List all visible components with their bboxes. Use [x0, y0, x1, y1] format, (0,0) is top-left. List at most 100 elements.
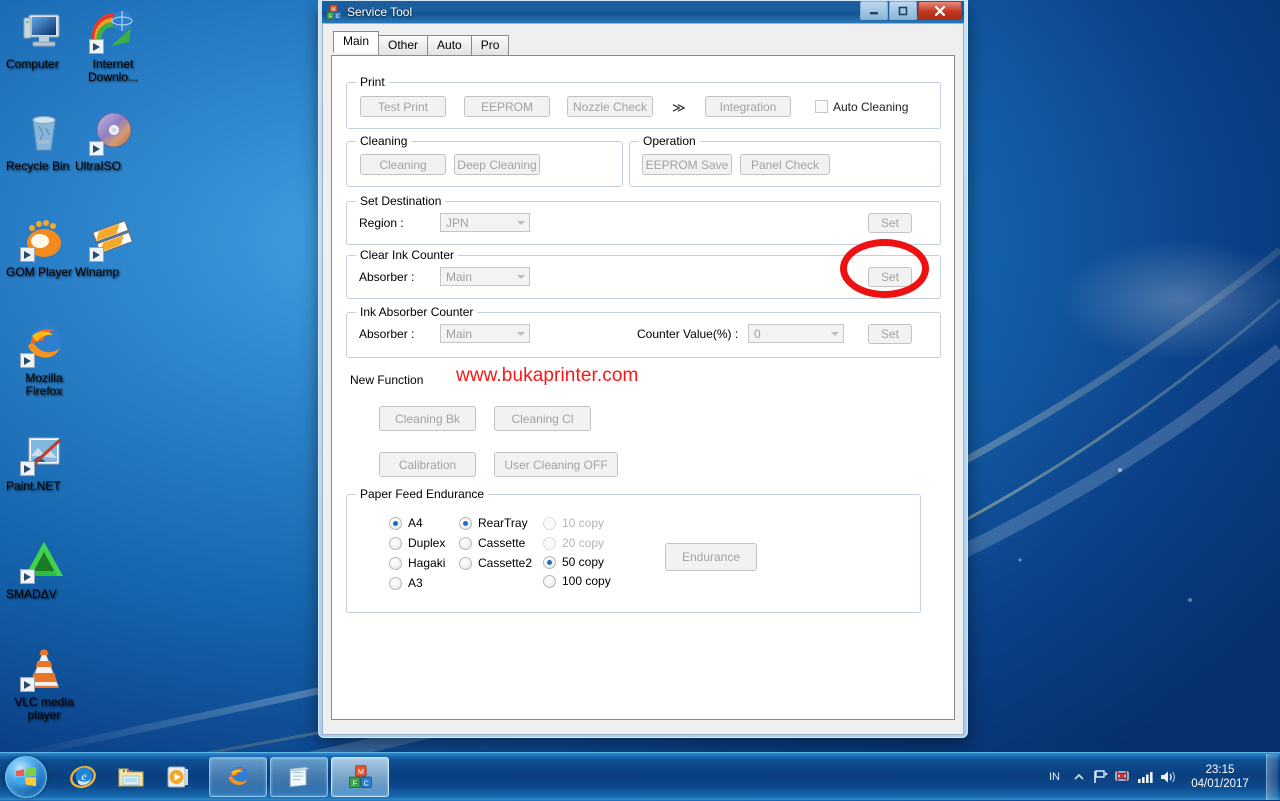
show-hidden-icons-chevron[interactable]: [1068, 760, 1090, 794]
desktop-icon-winamp[interactable]: Winamp: [75, 214, 151, 279]
tab-auto[interactable]: Auto: [427, 35, 472, 55]
radio-cassette2[interactable]: [459, 557, 472, 570]
clear-ink-absorber-dropdown[interactable]: Main: [440, 267, 530, 286]
radio-a3[interactable]: [389, 577, 402, 590]
counter-value-dropdown[interactable]: 0: [748, 324, 844, 343]
flag-action-center-icon[interactable]: [1090, 760, 1112, 794]
auto-cleaning-label: Auto Cleaning: [833, 100, 909, 114]
desktop-icon-computer[interactable]: Computer: [6, 6, 82, 71]
signal-bars-icon[interactable]: [1134, 760, 1156, 794]
minimize-button[interactable]: [860, 1, 888, 20]
shortcut-overlay-icon: [89, 39, 104, 54]
start-button[interactable]: [1, 755, 55, 799]
tab-other[interactable]: Other: [378, 35, 429, 55]
group-paper-feed-endurance-title: Paper Feed Endurance: [356, 487, 489, 501]
windows-flag-icon: [16, 766, 36, 786]
new-function-label: New Function: [350, 373, 424, 387]
deep-cleaning-button[interactable]: Deep Cleaning: [454, 154, 540, 175]
ink-absorber-dropdown[interactable]: Main: [440, 324, 530, 343]
tab-pro[interactable]: Pro: [470, 35, 510, 55]
chevron-down-icon: [517, 332, 525, 336]
radio-a4[interactable]: [389, 517, 402, 530]
chevron-down-icon: [517, 221, 525, 225]
clock[interactable]: 23:15 04/01/2017: [1178, 763, 1262, 791]
taskbar-firefox-window[interactable]: [209, 756, 267, 797]
desktop-icon-smadav[interactable]: SMADΔV: [6, 536, 82, 601]
desktop-icon-gom-player[interactable]: GOM Player: [6, 214, 82, 279]
nozzle-check-button[interactable]: Nozzle Check: [567, 96, 653, 117]
desktop-icon-recycle-bin[interactable]: Recycle Bin: [6, 108, 82, 173]
group-set-destination-title: Set Destination: [356, 194, 446, 208]
radio-reartray[interactable]: [459, 517, 472, 530]
test-print-button[interactable]: Test Print: [360, 96, 446, 117]
service-tool-window[interactable]: M F C Service Tool Main Other Auto Pro P…: [318, 0, 968, 738]
radio-100-copy[interactable]: [543, 575, 556, 588]
region-value: JPN: [446, 215, 469, 230]
ink-absorber-set-button[interactable]: Set: [868, 324, 912, 344]
taskbar-service-tool-window[interactable]: M F C: [331, 756, 389, 797]
region-dropdown[interactable]: JPN: [440, 213, 530, 232]
window-title: Service Tool: [347, 5, 413, 19]
windows-media-player-icon[interactable]: [157, 757, 201, 797]
shortcut-overlay-icon: [20, 247, 35, 262]
group-set-destination: Set Destination Region : JPN Set: [346, 194, 941, 245]
desktop-icon-label: VLC media player: [14, 695, 74, 722]
vlc-icon: [20, 644, 68, 692]
chevron-down-icon: [517, 275, 525, 279]
chevron-forward-icon: ≫: [672, 100, 686, 115]
desktop-icon-label: Paint.NET: [6, 479, 61, 493]
radio-50-copy[interactable]: [543, 556, 556, 569]
desktop-icon-vlc[interactable]: VLC media player: [6, 644, 82, 722]
endurance-button[interactable]: Endurance: [665, 543, 757, 571]
watermark-text: www.bukaprinter.com: [456, 365, 639, 386]
set-destination-set-button[interactable]: Set: [868, 213, 912, 233]
radio-20-copy[interactable]: [543, 537, 556, 550]
desktop-icon-firefox[interactable]: Mozilla Firefox: [6, 320, 82, 398]
taskbar: e M F C IN 23:15 04/01/2017: [0, 752, 1280, 800]
close-button[interactable]: [918, 1, 962, 20]
svg-text:C: C: [336, 14, 340, 20]
cleaning-bk-button[interactable]: Cleaning Bk: [379, 406, 476, 431]
integration-button[interactable]: Integration: [705, 96, 791, 117]
radio-a4-label: A4: [408, 516, 423, 530]
radio-a3-label: A3: [408, 576, 423, 590]
eeprom-button[interactable]: EEPROM: [464, 96, 550, 117]
calibration-button[interactable]: Calibration: [379, 452, 476, 477]
desktop-icon-ultraiso[interactable]: UltraISO: [75, 108, 151, 173]
clear-ink-absorber-label: Absorber :: [359, 270, 415, 284]
radio-10-copy[interactable]: [543, 517, 556, 530]
panel-check-button[interactable]: Panel Check: [740, 154, 830, 175]
group-print: Print Test Print EEPROM Nozzle Check ≫ I…: [346, 75, 941, 129]
tab-main[interactable]: Main: [333, 31, 380, 53]
language-indicator[interactable]: IN: [1041, 771, 1068, 783]
desktop-icon-label: GOM Player: [6, 265, 73, 279]
taskbar-notepad-window[interactable]: [270, 756, 328, 797]
radio-duplex[interactable]: [389, 537, 402, 550]
group-print-title: Print: [356, 75, 389, 89]
ink-absorber-value: Main: [446, 326, 473, 341]
network-error-icon[interactable]: [1112, 760, 1134, 794]
radio-hagaki[interactable]: [389, 557, 402, 570]
eeprom-save-button[interactable]: EEPROM Save: [642, 154, 732, 175]
recycle-bin-icon: [20, 108, 68, 156]
internet-explorer-icon[interactable]: e: [61, 757, 105, 797]
show-desktop-button[interactable]: [1266, 753, 1278, 800]
desktop-icon-paint-net[interactable]: Paint.NET: [6, 428, 82, 493]
smadav-icon: [20, 536, 68, 584]
desktop-icon-label: SMADΔV: [6, 587, 57, 601]
window-controls: [860, 1, 962, 20]
window-title-bar[interactable]: M F C Service Tool: [322, 1, 964, 23]
cleaning-button[interactable]: Cleaning: [360, 154, 446, 175]
radio-cassette[interactable]: [459, 537, 472, 550]
auto-cleaning-checkbox[interactable]: [815, 100, 828, 113]
volume-icon[interactable]: [1156, 760, 1178, 794]
group-operation-title: Operation: [639, 134, 700, 148]
user-cleaning-off-button[interactable]: User Cleaning OFF: [494, 452, 618, 477]
region-label: Region :: [359, 216, 404, 230]
cleaning-cl-button[interactable]: Cleaning Cl: [494, 406, 591, 431]
desktop-icon-label: Recycle Bin: [6, 159, 70, 173]
svg-text:M: M: [358, 768, 364, 775]
maximize-button[interactable]: [889, 1, 917, 20]
desktop-icon-internet-download-manager[interactable]: Internet Downlo...: [75, 6, 151, 84]
windows-explorer-icon[interactable]: [109, 757, 153, 797]
